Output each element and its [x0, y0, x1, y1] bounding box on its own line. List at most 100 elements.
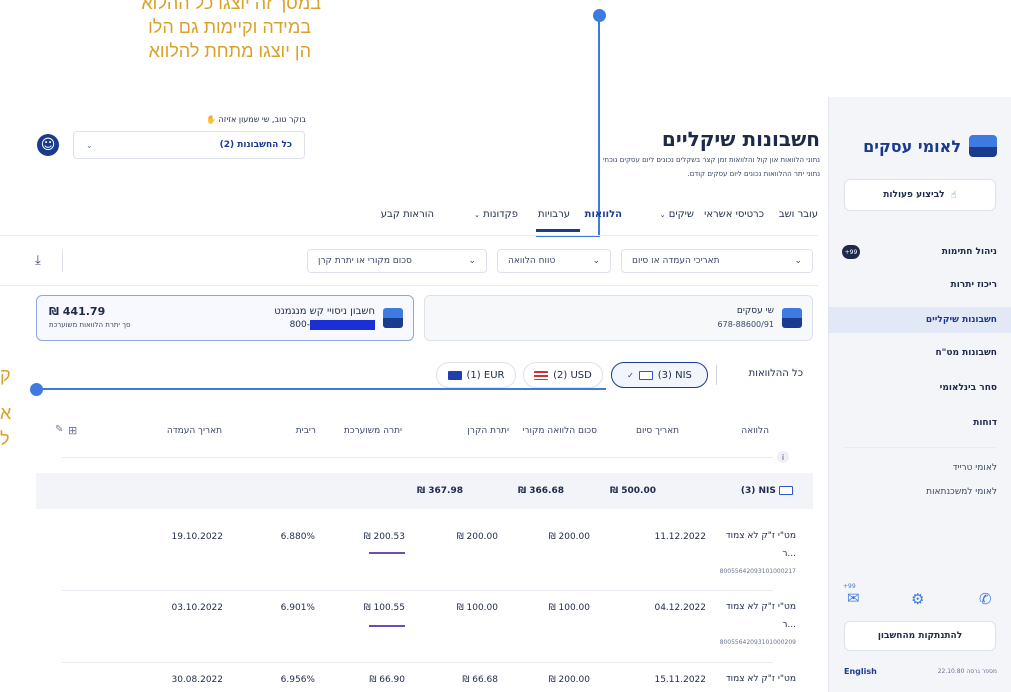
- tab-guarantees[interactable]: ערבויות: [538, 209, 570, 220]
- row2-end-date: 04.12.2022: [654, 603, 706, 613]
- redacted-account-bar: [310, 320, 375, 330]
- sidebar-link-mortgage[interactable]: לאומי למשכנתאות: [926, 487, 997, 497]
- tab-standing-orders[interactable]: הוראות קבע: [381, 209, 434, 220]
- chip-eur[interactable]: (1) EUR: [436, 362, 516, 388]
- summary-original: ₪ 500.00: [609, 486, 656, 496]
- row2-original: ₪ 100.00: [548, 603, 590, 613]
- sidebar-logo[interactable]: לאומי עסקים: [863, 135, 997, 157]
- row3-loan-name[interactable]: מט"י ז"ק לא צמוד: [726, 674, 796, 684]
- sidebar-link-trade[interactable]: לאומי טרייד: [953, 463, 997, 473]
- page-title: חשבונות שיקליים: [661, 127, 820, 151]
- greeting: בוקר טוב, שי שמעון אזיזה ✋: [205, 115, 306, 124]
- actions-icon: ☝: [950, 189, 957, 201]
- chip-usd[interactable]: (2) USD: [523, 362, 603, 388]
- download-divider: [62, 250, 63, 272]
- summary-principal: ₪ 366.68: [517, 486, 564, 496]
- edit-columns-icon[interactable]: ✎: [55, 424, 63, 435]
- tab-credit-cards[interactable]: כרטיסי אשראי: [704, 209, 764, 220]
- chip-usd-label: (2) USD: [553, 369, 592, 381]
- row3-rate: 6.956%: [280, 675, 315, 685]
- filter-all-loans[interactable]: כל ההלוואות: [749, 368, 803, 379]
- row2-loan-name-more: ...ר: [782, 620, 796, 630]
- summary-label: (3) NIS: [741, 486, 793, 496]
- chevron-down-icon: ⌄: [86, 140, 93, 150]
- row1-loan-name[interactable]: מט"י ז"ק לא צמוד: [726, 531, 796, 541]
- chevron-down-icon: ⌄: [794, 256, 802, 266]
- filters-divider: [0, 285, 818, 286]
- row3-end-date: 15.11.2022: [654, 675, 706, 685]
- row1-estimated: ₪ 200.53: [363, 532, 405, 542]
- sidebar-item-shekel-accounts[interactable]: חשבונות שיקליים: [926, 315, 997, 325]
- row1-loan-number: 80055642093101000217: [719, 568, 796, 575]
- flag-eu-icon: [447, 370, 462, 380]
- summary-estimated: ₪ 367.98: [416, 486, 463, 496]
- account-card-selected[interactable]: חשבון ניסויי קש מנגמנט 800- ₪ 441.79 סך …: [36, 295, 414, 341]
- flag-israel-icon: [779, 486, 793, 495]
- info-icon[interactable]: i: [777, 451, 789, 463]
- actions-button-label: לביצוע פעולות: [883, 190, 945, 200]
- tab-deposits[interactable]: פקדונות ⌄: [474, 209, 518, 220]
- sidebar-item-signatures[interactable]: ניהול חתימות: [942, 247, 997, 257]
- logout-button-label: להתנתקות מהחשבון: [877, 631, 963, 641]
- columns-icon[interactable]: ⊞: [68, 424, 77, 437]
- chip-nis[interactable]: ✓ (3) NIS: [611, 362, 708, 388]
- sidebar: לאומי עסקים ☝ לביצוע פעולות ניהול חתימות…: [828, 97, 1011, 692]
- filter-loan-range[interactable]: ⌄ טווח הלוואה: [497, 249, 611, 273]
- mail-badge: +99: [843, 583, 856, 590]
- filter-amount[interactable]: ⌄ סכום מקורי או יתרת קרן: [307, 249, 487, 273]
- row1-original: ₪ 200.00: [548, 532, 590, 542]
- chip-divider: [716, 365, 717, 385]
- row3-original: ₪ 200.00: [548, 675, 590, 685]
- row2-loan-number: 80055642093101000209: [719, 639, 796, 646]
- sidebar-item-balances[interactable]: ריכוז יתרות: [951, 280, 997, 290]
- sidebar-item-trade[interactable]: סחר בינלאומי: [940, 383, 997, 393]
- account-card[interactable]: שי עסקים 678-88600/91: [424, 295, 813, 341]
- row2-loan-name[interactable]: מט"י ז"ק לא צמוד: [726, 602, 796, 612]
- page-subtitle-2: נתוני יתר ההלוואות נכונים ליום עסקים קוד…: [687, 170, 820, 178]
- account-select[interactable]: ⌄ כל החשבונות (2): [73, 131, 305, 159]
- accessibility-button[interactable]: ☺: [37, 134, 59, 156]
- tab-loans[interactable]: הלוואות: [585, 209, 622, 220]
- gear-icon[interactable]: ⚙: [911, 590, 924, 608]
- filter-dates[interactable]: ⌄ תאריכי העמדה או סיום: [621, 249, 813, 273]
- download-icon[interactable]: ⤓: [35, 253, 41, 268]
- tab-loans-indicator: [536, 229, 580, 232]
- row3-start-date: 30.08.2022: [171, 675, 223, 685]
- chevron-down-icon: ⌄: [468, 256, 476, 266]
- page-subtitle-1: נתוני הלוואות און קול והלוואות זמן קצר ב…: [602, 156, 820, 164]
- tab-checks[interactable]: שיקים ⌄: [660, 209, 694, 220]
- row1-end-date: 11.12.2022: [654, 532, 706, 542]
- flag-usa-icon: [534, 370, 549, 380]
- account-number: 678-88600/91: [717, 320, 774, 329]
- row2-rate: 6.901%: [280, 603, 315, 613]
- sidebar-item-reports[interactable]: דוחות: [973, 418, 997, 428]
- annotation-left-line-1: ק: [0, 365, 11, 385]
- sidebar-divider: [844, 447, 997, 448]
- row2-estimated: ₪ 100.55: [363, 603, 405, 613]
- accessibility-icon: ☺: [40, 137, 56, 153]
- flag-israel-icon: [638, 370, 653, 380]
- phone-icon[interactable]: ✆: [979, 590, 992, 608]
- account-number: 800-: [289, 320, 310, 330]
- th-rate: ריבית: [295, 426, 316, 436]
- account-total: ₪ 441.79: [49, 305, 106, 318]
- account-total-caption: סך יתרת הלוואות משוערכת: [49, 321, 131, 329]
- chevron-down-icon: ⌄: [592, 256, 600, 266]
- sidebar-logo-text: לאומי עסקים: [863, 136, 961, 156]
- tab-current-account[interactable]: עובר ושב: [779, 209, 818, 220]
- th-start-date: תאריך העמדה: [166, 426, 222, 436]
- annotation-line-top: [598, 16, 600, 236]
- annotation-left-line-3: ל: [0, 429, 10, 449]
- language-link[interactable]: English: [844, 667, 877, 676]
- table-header-divider: [62, 457, 773, 458]
- th-estimated: יתרה משוערכת: [343, 426, 402, 436]
- row1-loan-name-more: ...ר: [782, 549, 796, 559]
- chevron-down-icon: ⌄: [659, 211, 666, 219]
- mail-icon[interactable]: ✉: [847, 589, 860, 607]
- annotation-line-left: [36, 388, 606, 390]
- logout-button[interactable]: להתנתקות מהחשבון: [844, 621, 996, 651]
- row1-estimated-underline: [369, 552, 405, 554]
- th-original-amount: סכום הלוואה מקורי: [522, 426, 597, 436]
- sidebar-item-fx-accounts[interactable]: חשבונות מט"ח: [935, 348, 997, 358]
- actions-button[interactable]: ☝ לביצוע פעולות: [844, 179, 996, 211]
